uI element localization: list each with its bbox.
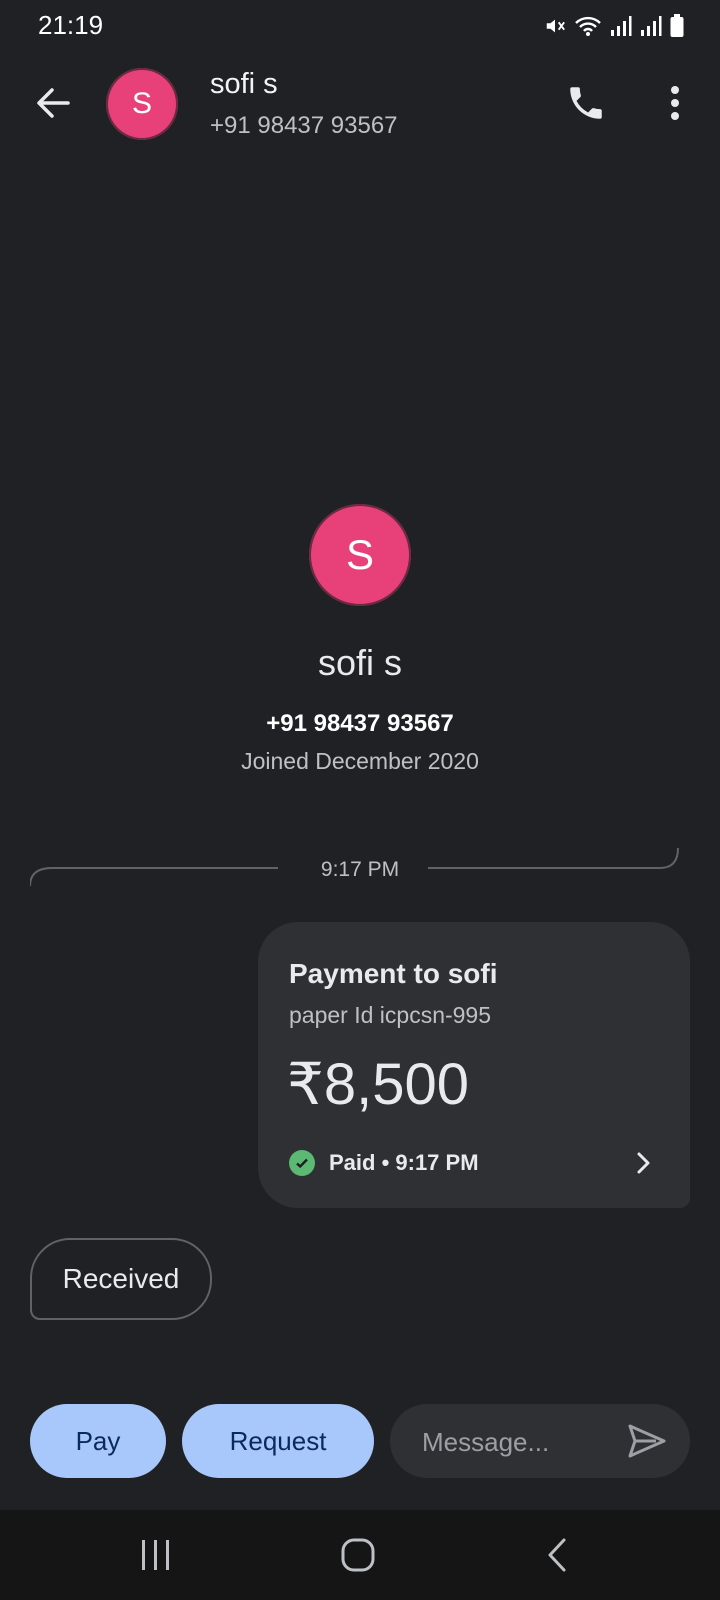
message-box	[390, 1404, 690, 1480]
signal-icon	[611, 16, 632, 36]
signal-icon	[641, 16, 662, 36]
time-divider: 9:17 PM	[30, 846, 690, 886]
call-button[interactable]	[565, 82, 607, 124]
profile-avatar: S	[309, 504, 411, 606]
phone-icon	[570, 87, 602, 119]
status-icons	[544, 14, 684, 38]
pay-button[interactable]: Pay	[30, 1404, 166, 1478]
send-button[interactable]	[626, 1422, 668, 1460]
payment-status: Paid • 9:17 PM	[289, 1150, 479, 1176]
system-nav-bar	[0, 1510, 720, 1600]
message-input[interactable]	[420, 1404, 624, 1480]
profile-joined: Joined December 2020	[241, 748, 479, 774]
recents-icon	[142, 1540, 169, 1570]
nav-back-button[interactable]	[546, 1537, 568, 1573]
arrow-left-icon	[37, 88, 70, 118]
chevron-right-icon	[637, 1152, 650, 1174]
mute-icon	[546, 19, 565, 33]
profile-name: sofi s	[317, 642, 403, 683]
battery-icon	[670, 14, 684, 37]
send-icon	[628, 1424, 666, 1458]
home-icon	[341, 1538, 375, 1572]
app-bar: S sofi s +91 98437 93567	[0, 52, 720, 162]
home-button[interactable]	[340, 1537, 376, 1573]
request-button[interactable]: Request	[182, 1404, 374, 1478]
payment-amount: ₹8,500	[287, 1052, 470, 1117]
payment-card[interactable]: Payment to sofi paper Id icpcsn-995 ₹8,5…	[258, 922, 690, 1208]
payment-note: paper Id icpcsn-995	[289, 1002, 492, 1028]
check-circle-icon	[289, 1150, 315, 1176]
more-vert-icon	[671, 86, 679, 120]
status-time: 21:19	[38, 10, 104, 40]
contact-phone: +91 98437 93567	[210, 112, 398, 139]
profile-phone: +91 98437 93567	[266, 710, 454, 737]
received-bubble: Received	[30, 1238, 212, 1320]
back-button[interactable]	[28, 78, 78, 128]
wifi-icon	[575, 16, 601, 36]
contact-name[interactable]: sofi s	[210, 68, 278, 101]
payment-status-text: Paid • 9:17 PM	[329, 1150, 479, 1175]
chevron-left-icon	[548, 1538, 566, 1572]
more-options-button[interactable]	[660, 82, 690, 124]
status-bar: 21:19	[0, 0, 720, 52]
recents-button[interactable]	[138, 1538, 174, 1572]
message-timestamp: 9:17 PM	[320, 858, 400, 881]
avatar[interactable]: S	[106, 68, 178, 140]
payment-title: Payment to sofi	[289, 958, 498, 989]
